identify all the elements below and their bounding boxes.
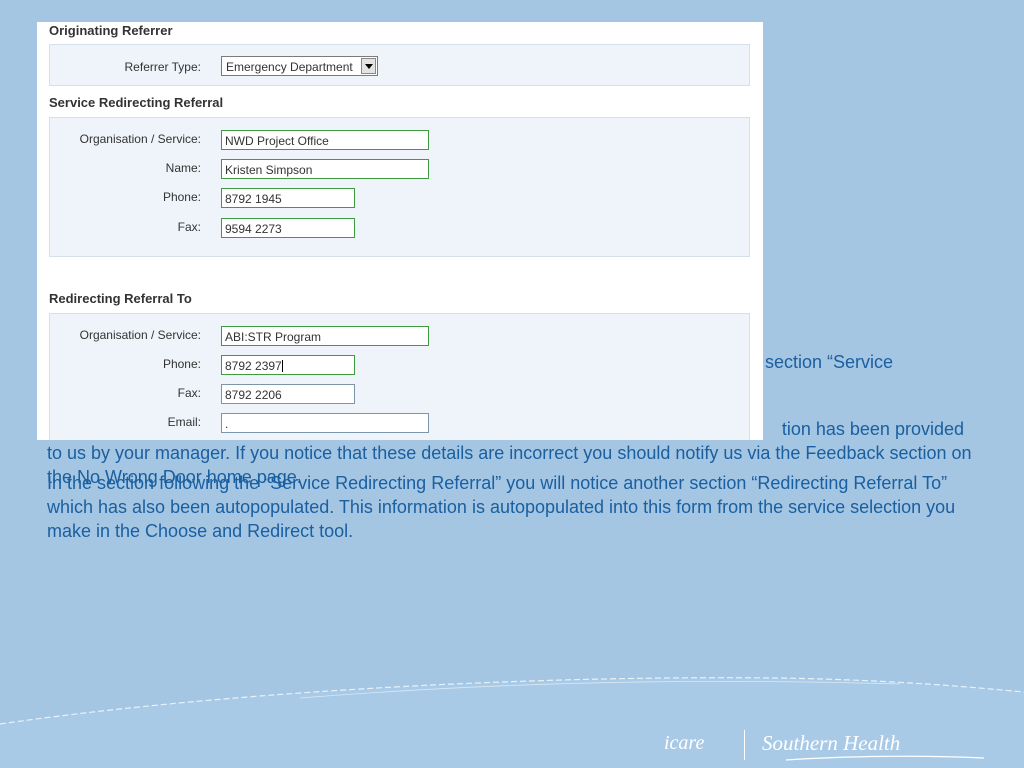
logo-divider	[744, 730, 745, 760]
srr-fax-field[interactable]: 9594 2273	[221, 218, 355, 238]
srr-org-field[interactable]: NWD Project Office	[221, 130, 429, 150]
referrer-type-label: Referrer Type:	[124, 60, 201, 74]
originating-referrer-title: Originating Referrer	[49, 23, 173, 38]
rrt-phone-value: 8792 2397	[225, 359, 282, 373]
southern-health-logo: Southern Health	[762, 731, 901, 755]
rrt-email-field[interactable]: .	[221, 413, 429, 433]
referral-form-screenshot: Originating Referrer Referrer Type: Emer…	[37, 22, 763, 440]
chevron-down-icon[interactable]	[361, 58, 376, 74]
redirecting-referral-to-title: Redirecting Referral To	[49, 291, 192, 306]
srr-phone-field[interactable]: 8792 1945	[221, 188, 355, 208]
srr-phone-label: Phone:	[162, 190, 201, 204]
srr-org-label: Organisation / Service:	[79, 132, 201, 146]
rrt-phone-label: Phone:	[162, 357, 201, 371]
icare-logo: icare	[664, 732, 705, 754]
redirecting-referral-to-panel: Organisation / Service: ABI:STR Program …	[49, 313, 750, 440]
slide-paragraph-2: In the section following the “Service Re…	[47, 473, 956, 541]
referrer-type-value: Emergency Department	[226, 60, 353, 74]
rrt-org-label: Organisation / Service:	[79, 328, 201, 342]
rrt-org-field[interactable]: ABI:STR Program	[221, 326, 429, 346]
originating-referrer-panel: Referrer Type:	[49, 44, 750, 86]
rrt-fax-field[interactable]: 8792 2206	[221, 384, 355, 404]
srr-name-label: Name:	[165, 161, 201, 175]
text-cursor	[281, 360, 283, 372]
service-redirecting-referral-panel: Organisation / Service: NWD Project Offi…	[49, 117, 750, 257]
srr-fax-label: Fax:	[177, 220, 201, 234]
referrer-type-select[interactable]: Emergency Department	[221, 56, 378, 76]
rrt-fax-label: Fax:	[177, 386, 201, 400]
service-redirecting-referral-title: Service Redirecting Referral	[49, 95, 224, 110]
southern-health-swoosh-icon	[785, 755, 985, 761]
rrt-email-label: Email:	[167, 415, 201, 429]
rrt-phone-field[interactable]: 8792 2397	[221, 355, 355, 375]
srr-name-field[interactable]: Kristen Simpson	[221, 159, 429, 179]
slide-text-fragment: : section “Service	[755, 352, 894, 372]
